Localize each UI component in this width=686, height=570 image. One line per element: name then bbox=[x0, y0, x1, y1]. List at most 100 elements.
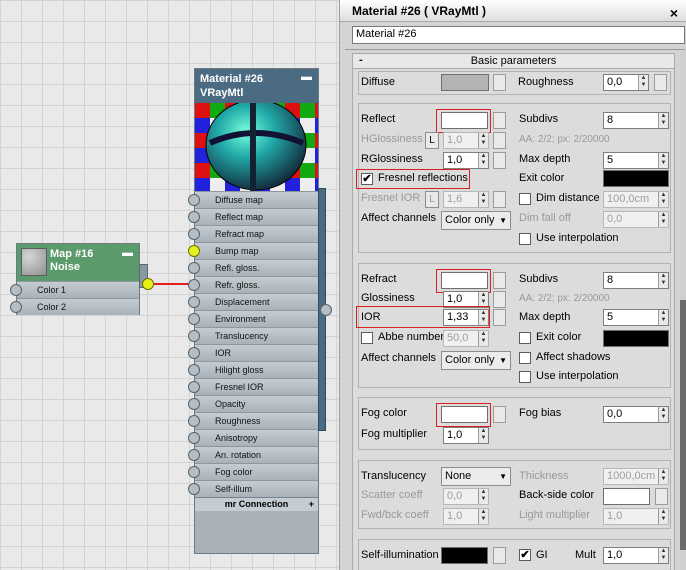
close-icon[interactable]: × bbox=[670, 2, 678, 24]
spinner-arrows-icon[interactable]: ▲ ▼ bbox=[478, 331, 488, 346]
spinner-arrows-icon[interactable]: ▲ ▼ bbox=[658, 113, 668, 128]
expand-icon[interactable]: + bbox=[309, 498, 314, 510]
slot-roughness[interactable]: Roughness bbox=[188, 412, 318, 429]
slot-fresnel-ior[interactable]: Fresnel IOR bbox=[188, 378, 318, 395]
ior-spinner[interactable]: 1,33 ▲ ▼ bbox=[443, 309, 489, 326]
input-socket-icon[interactable] bbox=[188, 296, 200, 308]
dim-distance-spinner[interactable]: 100,0cm ▲ ▼ bbox=[603, 191, 669, 208]
self-illumination-color-swatch[interactable] bbox=[441, 547, 488, 564]
minimize-icon[interactable]: ▬ bbox=[122, 247, 133, 260]
ior-map-button[interactable] bbox=[493, 309, 506, 326]
input-socket-icon[interactable] bbox=[188, 381, 200, 393]
slot-translucency[interactable]: Translucency bbox=[188, 327, 318, 344]
slot-hilight-gloss[interactable]: Hilight gloss bbox=[188, 361, 318, 378]
input-socket-icon[interactable] bbox=[188, 398, 200, 410]
refract-subdivs-spinner[interactable]: 8 ▲ ▼ bbox=[603, 272, 669, 289]
refract-max-depth-spinner[interactable]: 5 ▲ ▼ bbox=[603, 309, 669, 326]
spinner-arrows-icon[interactable]: ▲ ▼ bbox=[478, 489, 488, 504]
affect-shadows-checkbox[interactable] bbox=[519, 352, 531, 364]
input-socket-icon[interactable] bbox=[188, 449, 200, 461]
spinner-arrows-icon[interactable]: ▲ ▼ bbox=[658, 509, 668, 524]
slot-an-rotation[interactable]: An. rotation bbox=[188, 446, 318, 463]
back-side-map-button[interactable] bbox=[655, 488, 668, 505]
input-socket-icon[interactable] bbox=[188, 228, 200, 240]
slot-refl-gloss[interactable]: Refl. gloss. bbox=[188, 259, 318, 276]
input-socket-icon[interactable] bbox=[188, 194, 200, 206]
input-socket-icon[interactable] bbox=[188, 415, 200, 427]
hglossiness-spinner[interactable]: 1,0 ▲ ▼ bbox=[443, 132, 489, 149]
exit-color-checkbox[interactable] bbox=[519, 332, 531, 344]
input-socket-icon[interactable] bbox=[188, 466, 200, 478]
fresnel-ior-map-button[interactable] bbox=[493, 191, 506, 208]
dim-falloff-spinner[interactable]: 0,0 ▲ ▼ bbox=[603, 211, 669, 228]
basic-parameters-rollout-header[interactable]: - Basic parameters bbox=[352, 53, 675, 69]
spinner-arrows-icon[interactable]: ▲ ▼ bbox=[638, 75, 648, 90]
refract-affect-channels-dropdown[interactable]: Color only ▼ bbox=[441, 351, 511, 370]
noise-node-header[interactable]: Map #16 Noise ▬ bbox=[17, 244, 139, 281]
material-node-header[interactable]: Material #26 VRayMtl ▬ bbox=[195, 69, 318, 103]
output-socket-icon[interactable] bbox=[142, 278, 154, 290]
spinner-arrows-icon[interactable]: ▲ ▼ bbox=[478, 133, 488, 148]
refract-color-swatch[interactable] bbox=[441, 272, 488, 289]
input-socket-icon[interactable] bbox=[188, 483, 200, 495]
slot-displacement[interactable]: Displacement bbox=[188, 293, 318, 310]
gi-checkbox[interactable]: ✔ bbox=[519, 549, 531, 561]
refract-exit-color-swatch[interactable] bbox=[603, 330, 669, 347]
input-socket-icon[interactable] bbox=[188, 262, 200, 274]
lock-button[interactable]: L bbox=[425, 191, 439, 208]
spinner-arrows-icon[interactable]: ▲ ▼ bbox=[478, 153, 488, 168]
self-illumination-mult-spinner[interactable]: 1,0 ▲ ▼ bbox=[603, 547, 669, 564]
slot-environment[interactable]: Environment bbox=[188, 310, 318, 327]
abbe-number-checkbox[interactable] bbox=[361, 332, 373, 344]
spinner-arrows-icon[interactable]: ▲ ▼ bbox=[658, 548, 668, 563]
slot-color-1[interactable]: Color 1 bbox=[10, 281, 139, 298]
input-socket-icon[interactable] bbox=[10, 284, 22, 296]
fresnel-ior-spinner[interactable]: 1,6 ▲ ▼ bbox=[443, 191, 489, 208]
input-socket-icon[interactable] bbox=[188, 432, 200, 444]
reflect-use-interpolation-checkbox[interactable] bbox=[519, 233, 531, 245]
slot-self-illum[interactable]: Self-illum bbox=[188, 480, 318, 497]
lock-button[interactable]: L bbox=[425, 132, 439, 149]
input-socket-icon[interactable] bbox=[188, 313, 200, 325]
fog-bias-spinner[interactable]: 0,0 ▲ ▼ bbox=[603, 406, 669, 423]
panel-title-bar[interactable]: Material #26 ( VRayMtl ) × bbox=[340, 0, 686, 22]
input-socket-icon[interactable] bbox=[10, 301, 22, 313]
noise-map-node[interactable]: Map #16 Noise ▬ Color 1 Color 2 bbox=[10, 243, 140, 315]
refract-glossiness-map-button[interactable] bbox=[493, 291, 506, 308]
reflect-affect-channels-dropdown[interactable]: Color only ▼ bbox=[441, 211, 511, 230]
rglossiness-map-button[interactable] bbox=[493, 152, 506, 169]
abbe-number-spinner[interactable]: 50,0 ▲ ▼ bbox=[443, 330, 489, 347]
spinner-arrows-icon[interactable]: ▲ ▼ bbox=[658, 407, 668, 422]
fog-color-swatch[interactable] bbox=[441, 406, 488, 423]
slot-opacity[interactable]: Opacity bbox=[188, 395, 318, 412]
diffuse-color-swatch[interactable] bbox=[441, 74, 489, 91]
hglossiness-map-button[interactable] bbox=[493, 132, 506, 149]
input-socket-icon[interactable] bbox=[188, 279, 200, 291]
translucency-mode-dropdown[interactable]: None ▼ bbox=[441, 467, 511, 486]
reflect-max-depth-spinner[interactable]: 5 ▲ ▼ bbox=[603, 152, 669, 169]
roughness-map-button[interactable] bbox=[654, 74, 667, 91]
scrollbar-thumb[interactable] bbox=[680, 300, 686, 550]
slot-ior[interactable]: IOR bbox=[188, 344, 318, 361]
diffuse-map-button[interactable] bbox=[493, 74, 506, 91]
spinner-arrows-icon[interactable]: ▲ ▼ bbox=[658, 273, 668, 288]
light-multiplier-spinner[interactable]: 1,0 ▲ ▼ bbox=[603, 508, 669, 525]
back-side-color-swatch[interactable] bbox=[603, 488, 650, 505]
reflect-map-button[interactable] bbox=[493, 112, 506, 129]
fresnel-reflections-checkbox[interactable]: ✔ bbox=[361, 173, 373, 185]
refract-use-interpolation-checkbox[interactable] bbox=[519, 371, 531, 383]
slot-bump-map[interactable]: Bump map bbox=[188, 242, 318, 259]
reflect-color-swatch[interactable] bbox=[441, 112, 488, 129]
spinner-arrows-icon[interactable]: ▲ ▼ bbox=[658, 212, 668, 227]
input-socket-icon[interactable] bbox=[188, 211, 200, 223]
self-illumination-map-button[interactable] bbox=[493, 547, 506, 564]
thickness-spinner[interactable]: 1000,0cm ▲ ▼ bbox=[603, 468, 669, 485]
roughness-spinner[interactable]: 0,0 ▲ ▼ bbox=[603, 74, 649, 91]
spinner-arrows-icon[interactable]: ▲ ▼ bbox=[658, 469, 668, 484]
output-socket-icon[interactable] bbox=[320, 304, 332, 316]
spinner-arrows-icon[interactable]: ▲ ▼ bbox=[478, 310, 488, 325]
reflect-exit-color-swatch[interactable] bbox=[603, 170, 669, 187]
spinner-arrows-icon[interactable]: ▲ ▼ bbox=[478, 292, 488, 307]
reflect-subdivs-spinner[interactable]: 8 ▲ ▼ bbox=[603, 112, 669, 129]
slot-refract-map[interactable]: Refract map bbox=[188, 225, 318, 242]
